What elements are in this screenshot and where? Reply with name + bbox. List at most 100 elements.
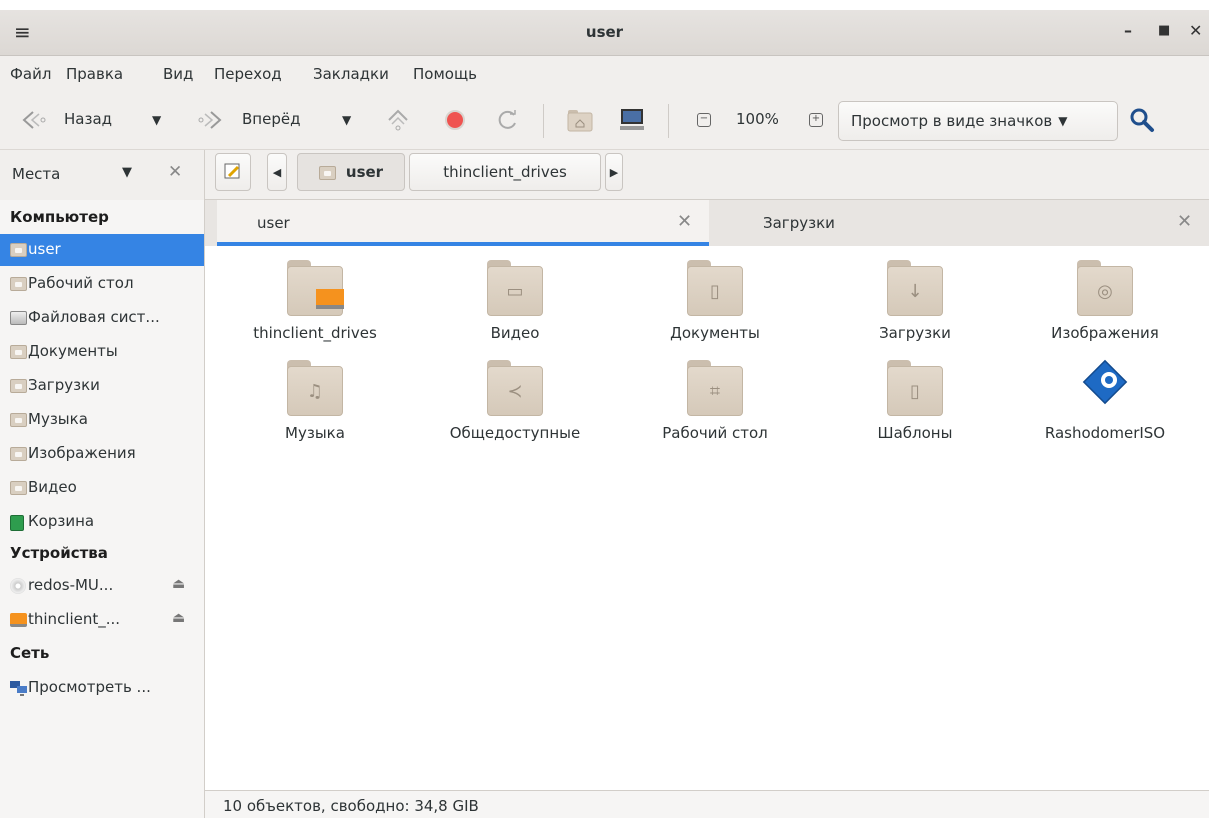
sidebar-item-music[interactable]: Музыка xyxy=(0,404,204,436)
path-scroll-left-button[interactable]: ◀ xyxy=(267,153,287,191)
file-item[interactable]: ▯ Документы xyxy=(615,246,815,346)
path-crumb-thinclient-drives[interactable]: thinclient_drives xyxy=(409,153,601,191)
forward-history-dropdown[interactable]: ▼ xyxy=(342,113,351,127)
eject-icon[interactable]: ⏏ xyxy=(172,610,185,626)
menu-file[interactable]: Файл xyxy=(10,65,51,83)
menu-bookmarks[interactable]: Закладки xyxy=(313,65,389,83)
title-bar: ≡ user – ■ ✕ xyxy=(0,10,1209,56)
sidebar-item-trash[interactable]: Корзина xyxy=(0,506,204,538)
sidebar-item-documents[interactable]: Документы xyxy=(0,336,204,368)
documents-folder-icon: ▯ xyxy=(687,260,743,316)
toolbar-separator xyxy=(543,104,544,138)
music-folder-icon: ♫ xyxy=(287,360,343,416)
home-folder-icon xyxy=(318,163,336,181)
trash-icon xyxy=(10,515,24,531)
computer-icon[interactable] xyxy=(618,106,646,134)
places-selector[interactable]: Места xyxy=(12,165,60,183)
view-mode-label: Просмотр в виде значков xyxy=(851,112,1053,130)
sidebar-item-desktop[interactable]: Рабочий стол xyxy=(0,268,204,300)
search-icon[interactable] xyxy=(1128,106,1156,134)
section-devices: Устройства xyxy=(10,544,108,562)
tab-downloads[interactable]: Загрузки ✕ xyxy=(709,200,1209,246)
places-header: Места ▼ ✕ xyxy=(0,150,205,200)
sidebar-item-pictures[interactable]: Изображения xyxy=(0,438,204,470)
status-text: 10 объектов, свободно: 34,8 GIB xyxy=(223,797,479,815)
file-item[interactable]: thinclient_drives xyxy=(215,246,415,346)
back-history-dropdown[interactable]: ▼ xyxy=(152,113,161,127)
sidebar-item-videos[interactable]: Видео xyxy=(0,472,204,504)
sidebar-item-browse-network[interactable]: Просмотреть ... xyxy=(0,672,204,704)
close-sidebar-icon[interactable]: ✕ xyxy=(168,162,182,182)
eject-icon[interactable]: ⏏ xyxy=(172,576,185,592)
status-bar: 10 объектов, свободно: 34,8 GIB xyxy=(205,790,1209,818)
window-title: user xyxy=(585,23,624,41)
drive-icon xyxy=(10,613,27,627)
menu-help[interactable]: Помощь xyxy=(413,65,477,83)
home-folder-icon xyxy=(10,243,27,257)
templates-folder-icon: ▯ xyxy=(887,360,943,416)
forward-arrow-icon[interactable] xyxy=(196,106,224,134)
sidebar-item-thinclient[interactable]: thinclient_... ⏏ xyxy=(0,604,204,636)
documents-folder-icon xyxy=(10,345,27,359)
public-folder-icon: ≺ xyxy=(487,360,543,416)
zoom-in-icon[interactable]: + xyxy=(802,106,830,134)
minimize-button[interactable]: – xyxy=(1124,21,1132,40)
file-item[interactable]: ≺ Общедоступные xyxy=(415,346,615,446)
file-item[interactable]: ↓ Загрузки xyxy=(815,246,1015,346)
maximize-button[interactable]: ■ xyxy=(1158,23,1170,38)
places-dropdown-icon[interactable]: ▼ xyxy=(122,165,132,180)
sidebar-item-user[interactable]: user xyxy=(0,234,204,266)
tab-bar: user ✕ Загрузки ✕ xyxy=(205,200,1209,246)
file-item[interactable]: ▯ Шаблоны xyxy=(815,346,1015,446)
stop-icon[interactable] xyxy=(441,106,469,134)
path-scroll-right-button[interactable]: ▶ xyxy=(605,153,623,191)
network-icon xyxy=(10,681,28,701)
file-item[interactable]: RashodomerISO xyxy=(1005,346,1205,446)
video-folder-icon: ▭ xyxy=(487,260,543,316)
reload-icon[interactable] xyxy=(494,106,522,134)
tab-user[interactable]: user ✕ xyxy=(217,200,709,246)
menu-bar: Файл Правка Вид Переход Закладки Помощь xyxy=(0,56,1209,94)
path-crumb-user[interactable]: user xyxy=(297,153,405,191)
downloads-folder-icon xyxy=(10,379,27,393)
menu-view[interactable]: Вид xyxy=(163,65,193,83)
pictures-folder-icon: ◎ xyxy=(1077,260,1133,316)
up-arrow-icon[interactable] xyxy=(384,106,412,134)
video-folder-icon xyxy=(10,481,27,495)
desktop-folder-icon: ⌗ xyxy=(687,360,743,416)
section-computer: Компьютер xyxy=(10,208,109,226)
close-button[interactable]: ✕ xyxy=(1189,21,1202,40)
file-item[interactable]: ⌗ Рабочий стол xyxy=(615,346,815,446)
menu-go[interactable]: Переход xyxy=(214,65,282,83)
home-folder-icon[interactable] xyxy=(566,106,594,134)
sidebar-item-filesystem[interactable]: Файловая сист... xyxy=(0,302,204,334)
file-item[interactable]: ▭ Видео xyxy=(415,246,615,346)
zoom-level: 100% xyxy=(736,110,779,128)
drive-icon xyxy=(10,311,27,325)
menu-edit[interactable]: Правка xyxy=(66,65,123,83)
back-button[interactable]: Назад xyxy=(64,110,112,128)
pictures-folder-icon xyxy=(10,447,27,461)
toolbar-separator xyxy=(668,104,669,138)
downloads-folder-icon: ↓ xyxy=(887,260,943,316)
file-view: thinclient_drives ▭ Видео ▯ Документы ↓ … xyxy=(205,246,1209,790)
back-arrow-icon[interactable] xyxy=(20,106,48,134)
sidebar-item-downloads[interactable]: Загрузки xyxy=(0,370,204,402)
desktop-folder-icon xyxy=(10,277,27,291)
file-item[interactable]: ♫ Музыка xyxy=(215,346,415,446)
view-mode-select[interactable]: Просмотр в виде значков ▼ xyxy=(838,101,1118,141)
section-network: Сеть xyxy=(10,644,50,662)
optical-disc-icon xyxy=(10,578,26,594)
close-tab-icon[interactable]: ✕ xyxy=(677,211,692,232)
close-tab-icon[interactable]: ✕ xyxy=(1177,211,1192,232)
toolbar: Назад ▼ Вперёд ▼ − 100% + Просмотр в вид… xyxy=(0,94,1209,150)
forward-button[interactable]: Вперёд xyxy=(242,110,300,128)
path-bar: ◀ user thinclient_drives ▶ xyxy=(205,150,1209,200)
drive-folder-icon xyxy=(287,260,344,316)
edit-icon xyxy=(224,163,240,179)
file-item[interactable]: ◎ Изображения xyxy=(1005,246,1205,346)
toggle-location-entry-button[interactable] xyxy=(215,153,251,191)
sidebar: Компьютер user Рабочий стол Файловая сис… xyxy=(0,200,205,818)
sidebar-item-redos-disc[interactable]: redos-MU... ⏏ xyxy=(0,570,204,602)
zoom-out-icon[interactable]: − xyxy=(690,106,718,134)
